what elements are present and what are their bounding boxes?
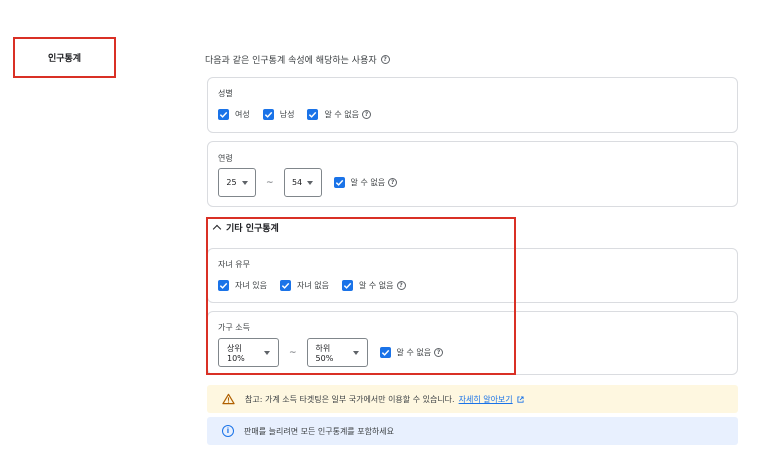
checkbox-label: 남성	[279, 110, 295, 119]
age-controls: 25 ~ 54 알 수 없음 ?	[218, 168, 407, 197]
checkbox-checked-icon	[333, 177, 345, 188]
help-icon[interactable]: ?	[388, 178, 398, 187]
info-text: 판매를 늘리려면 모든 인구통계를 포함하세요	[244, 426, 395, 436]
warning-text: 참고: 가계 소득 타겟팅은 일부 국가에서만 이용할 수 있습니다.	[245, 394, 455, 404]
checkbox-label: 알 수 없음	[324, 110, 359, 119]
age-from-value: 25	[226, 178, 237, 187]
gender-title: 성별	[218, 89, 233, 98]
children-yes-checkbox[interactable]: 자녀 있음	[218, 280, 270, 291]
chevron-up-icon	[212, 224, 222, 234]
age-unknown-checkbox[interactable]: 알 수 없음 ?	[333, 177, 398, 188]
dropdown-arrow-icon	[352, 350, 359, 355]
income-unknown-checkbox[interactable]: 알 수 없음 ?	[379, 347, 444, 358]
income-to-value: 하위 50%	[315, 343, 334, 363]
dropdown-arrow-icon	[307, 180, 314, 185]
dropdown-arrow-icon	[241, 180, 248, 185]
children-unknown-checkbox[interactable]: 알 수 없음 ?	[341, 280, 406, 291]
checkbox-checked-icon	[218, 109, 229, 120]
help-icon[interactable]: ?	[380, 55, 390, 64]
checkbox-label: 알 수 없음	[350, 178, 386, 187]
gender-options: 여성 남성 알 수 없음 ?	[218, 109, 381, 120]
checkbox-checked-icon	[379, 347, 391, 358]
info-notice: i 판매를 늘리려면 모든 인구통계를 포함하세요	[207, 417, 738, 445]
warning-notice: 참고: 가계 소득 타겟팅은 일부 국가에서만 이용할 수 있습니다. 자세히 …	[207, 385, 738, 413]
checkbox-checked-icon	[218, 280, 229, 291]
gender-card: 성별 여성 남성 알 수 없음 ?	[207, 77, 738, 133]
income-controls: 상위 10% ~ 하위 50% 알 수 없음 ?	[218, 338, 453, 367]
age-title: 연령	[218, 154, 233, 163]
help-icon[interactable]: ?	[434, 348, 444, 357]
warning-icon	[222, 393, 235, 405]
children-card: 자녀 유무 자녀 있음 자녀 없음 알 수 없음 ?	[207, 248, 738, 303]
age-from-select[interactable]: 25	[218, 168, 256, 197]
gender-unknown-checkbox[interactable]: 알 수 없음 ?	[307, 109, 371, 120]
age-to-value: 54	[291, 178, 303, 187]
checkbox-label: 여성	[235, 110, 250, 119]
gender-female-checkbox[interactable]: 여성	[218, 109, 253, 120]
children-title: 자녀 유무	[218, 260, 250, 269]
section-label: 인구통계	[47, 54, 82, 64]
range-separator: ~	[266, 177, 274, 188]
checkbox-checked-icon	[307, 109, 319, 120]
gender-male-checkbox[interactable]: 남성	[262, 109, 298, 120]
toggle-label: 기타 인구통계	[226, 224, 279, 234]
learn-more-link[interactable]: 자세히 알아보기	[459, 394, 513, 405]
section-label-box: 인구통계	[13, 37, 116, 78]
checkbox-checked-icon	[279, 280, 291, 291]
demographics-heading: 다음과 같은 인구통계 속성에 해당하는 사용자 ?	[205, 53, 390, 66]
other-demographics-toggle[interactable]: 기타 인구통계	[212, 221, 279, 234]
income-from-select[interactable]: 상위 10%	[218, 338, 279, 367]
external-link-icon[interactable]	[517, 395, 524, 403]
heading-text: 다음과 같은 인구통계 속성에 해당하는 사용자	[205, 56, 377, 66]
checkbox-label: 알 수 없음	[358, 281, 394, 290]
help-icon[interactable]: ?	[396, 281, 406, 290]
income-to-select[interactable]: 하위 50%	[306, 338, 368, 367]
checkbox-label: 알 수 없음	[396, 348, 432, 357]
children-options: 자녀 있음 자녀 없음 알 수 없음 ?	[218, 280, 416, 291]
age-card: 연령 25 ~ 54 알 수 없음 ?	[207, 141, 738, 207]
age-to-select[interactable]: 54	[283, 168, 322, 197]
checkbox-label: 자녀 있음	[235, 281, 267, 290]
range-separator: ~	[289, 347, 297, 358]
checkbox-label: 자녀 없음	[296, 281, 329, 290]
income-from-value: 상위 10%	[227, 343, 245, 363]
income-card: 가구 소득 상위 10% ~ 하위 50% 알 수 없음 ?	[207, 311, 738, 375]
children-no-checkbox[interactable]: 자녀 없음	[279, 280, 332, 291]
income-title: 가구 소득	[218, 323, 250, 332]
dropdown-arrow-icon	[264, 350, 270, 355]
info-icon: i	[222, 425, 234, 437]
checkbox-checked-icon	[262, 109, 274, 120]
checkbox-checked-icon	[341, 280, 353, 291]
help-icon[interactable]: ?	[362, 110, 371, 119]
